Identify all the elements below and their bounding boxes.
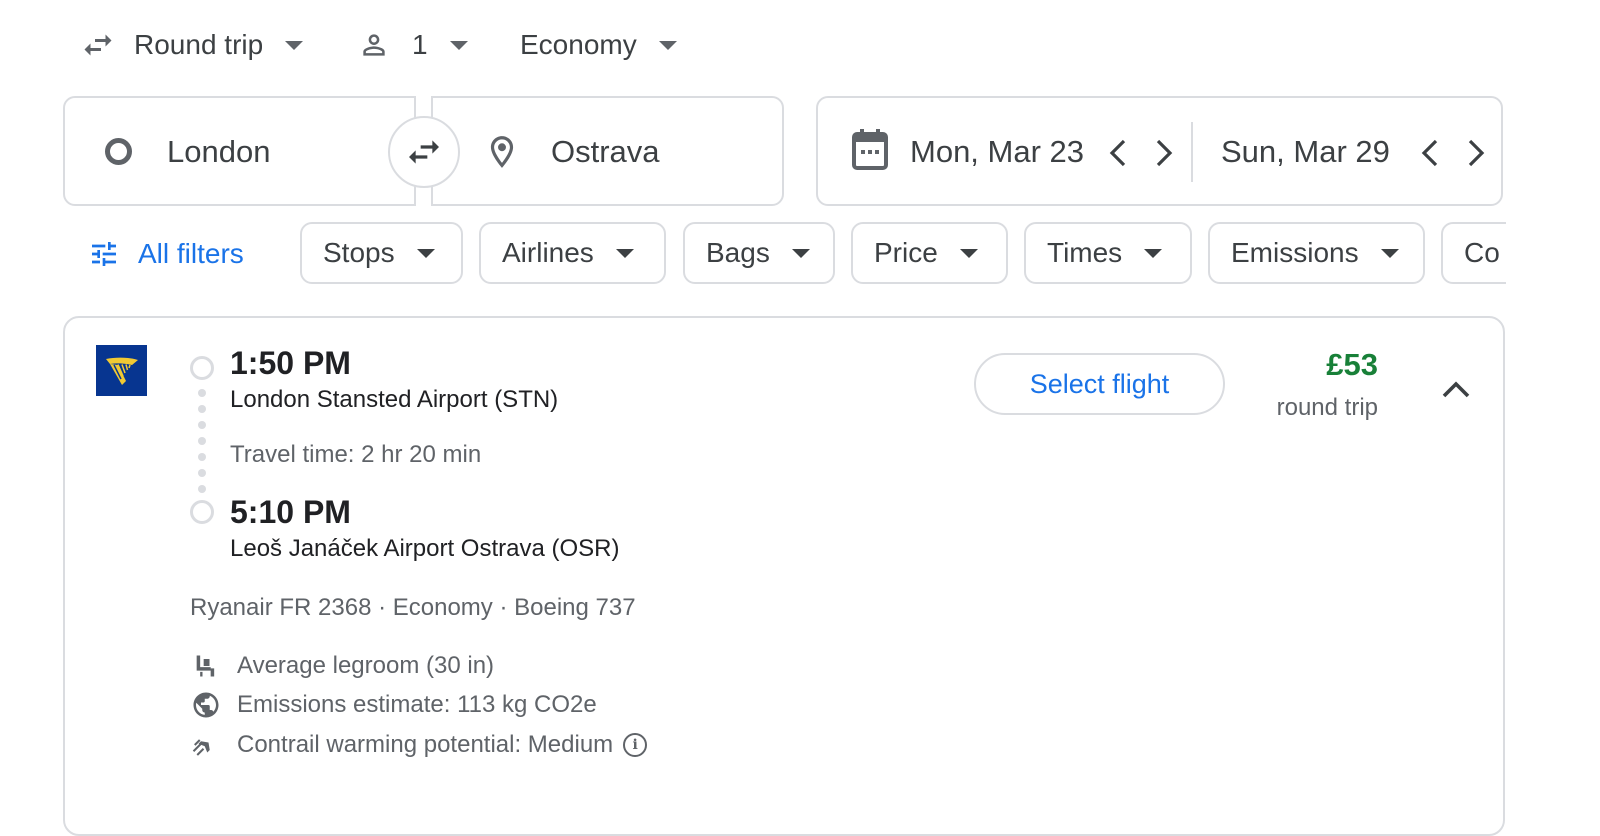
flight-price: £53 — [1326, 347, 1378, 382]
filter-chip-label: Times — [1047, 237, 1123, 268]
info-icon[interactable]: i — [623, 733, 648, 757]
arrival-time: 5:10 PM — [230, 494, 351, 530]
filter-chip-connecting[interactable]: Co — [1441, 222, 1506, 284]
contrail-text: Contrail warming potential: Medium — [237, 731, 614, 758]
timeline-dot — [198, 437, 206, 445]
timeline-dot — [198, 469, 206, 477]
airline-logo — [96, 345, 147, 396]
flight-details: Ryanair FR 2368 · Economy · Boeing 737 — [190, 594, 636, 621]
departure-airport: London Stansted Airport (STN) — [230, 386, 559, 413]
filter-chip-times[interactable]: Times — [1024, 222, 1192, 284]
timeline-dot — [198, 389, 206, 397]
legroom-row: Average legroom (30 in) — [190, 650, 494, 682]
arrival-airport: Leoš Janáček Airport Ostrava (OSR) — [230, 535, 620, 562]
filter-chip-label: Stops — [323, 237, 395, 268]
filter-chip-price[interactable]: Price — [851, 222, 1008, 284]
seat-icon — [190, 650, 222, 682]
timeline-dot — [198, 421, 206, 429]
filter-chip-label: Airlines — [502, 237, 594, 268]
chevron-down-icon — [615, 248, 634, 258]
collapse-details-button[interactable] — [1434, 367, 1478, 411]
chevron-down-icon — [1380, 248, 1399, 258]
departure-time: 1:50 PM — [230, 345, 351, 381]
globe-icon — [190, 689, 222, 721]
price-note: round trip — [1276, 394, 1378, 421]
emissions-row: Emissions estimate: 113 kg CO2e — [190, 689, 597, 721]
timeline-dot — [198, 405, 206, 413]
chevron-down-icon — [416, 248, 435, 258]
chevron-down-icon — [1144, 248, 1163, 258]
timeline-dot — [198, 453, 206, 461]
filter-chip-label: Emissions — [1231, 237, 1359, 268]
chevron-up-icon — [1442, 381, 1470, 398]
filter-chip-label: Co — [1464, 237, 1500, 268]
arrival-dot-icon — [190, 500, 214, 524]
ryanair-harp-icon — [105, 357, 138, 385]
travel-time: Travel time: 2 hr 20 min — [230, 441, 482, 468]
departure-dot-icon — [190, 356, 214, 380]
filter-chip-row: Stops Airlines Bags Price Times Emission… — [0, 0, 1506, 300]
emissions-text: Emissions estimate: 113 kg CO2e — [237, 691, 597, 718]
filter-chip-label: Price — [874, 237, 938, 268]
timeline-dot — [198, 485, 206, 493]
filter-chip-label: Bags — [706, 237, 770, 268]
filter-chip-emissions[interactable]: Emissions — [1208, 222, 1425, 284]
filter-chip-bags[interactable]: Bags — [683, 222, 835, 284]
filter-chip-airlines[interactable]: Airlines — [479, 222, 666, 284]
contrail-plane-icon — [190, 729, 222, 761]
legroom-text: Average legroom (30 in) — [237, 652, 495, 679]
chevron-down-icon — [959, 248, 978, 258]
filter-chip-stops[interactable]: Stops — [300, 222, 463, 284]
select-flight-button[interactable]: Select flight — [974, 353, 1225, 415]
contrail-row: Contrail warming potential: Medium i — [190, 729, 648, 761]
chevron-down-icon — [791, 248, 810, 258]
